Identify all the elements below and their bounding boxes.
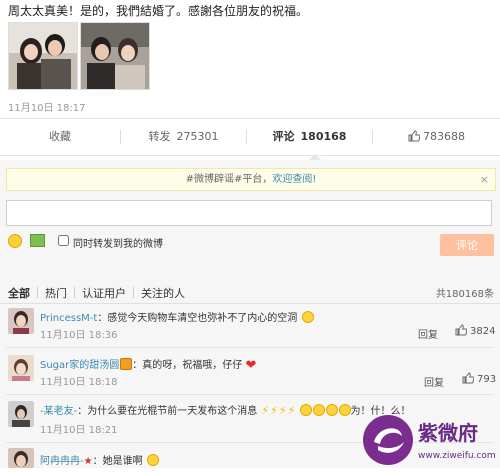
comment-author[interactable]: 阿冉冉冉- xyxy=(40,456,84,467)
crying-face-icon xyxy=(338,404,351,416)
comment-line: PrincessM-t：感觉今天购物车清空也弥补不了内心的空洞 xyxy=(40,309,314,324)
comment-time: 11月10日 18:21 xyxy=(40,425,118,436)
reply-button[interactable]: 回复 xyxy=(424,374,444,389)
thumbs-up-icon xyxy=(408,130,420,142)
comment-text: ：为什么要在光棍节前一天发布这个消息 xyxy=(77,406,258,417)
repost-checkbox[interactable] xyxy=(58,235,69,246)
filter-verified[interactable]: 认证用户 xyxy=(82,285,126,301)
comment-line: -某老友-：为什么要在光棍节前一天发布这个消息 ⚡⚡⚡⚡ 为！什！么！ xyxy=(40,402,411,417)
comment-like-button[interactable]: 3824 xyxy=(455,324,495,337)
watermark-url: www.ziweifu.com xyxy=(418,451,496,461)
watermark-brand: 紫微府 xyxy=(418,421,478,445)
watermark: 紫微府 www.ziweifu.com xyxy=(360,412,500,468)
comment-author[interactable]: -某老友- xyxy=(40,406,77,417)
comment-label: 评论 xyxy=(272,130,295,143)
heart-icon: ❤ xyxy=(245,358,257,373)
vip-badge-icon xyxy=(120,358,133,370)
action-bar: 收藏 转发 275301 评论 180168 783688 xyxy=(0,118,500,156)
crying-face-icon xyxy=(312,404,325,416)
tip-link[interactable]: 欢迎查阅! xyxy=(272,174,316,185)
thumbs-up-icon xyxy=(462,372,474,384)
submit-comment-button[interactable]: 评论 xyxy=(440,234,494,256)
image-icon[interactable] xyxy=(30,234,45,247)
comment-text: ：她是谁啊 xyxy=(92,456,143,467)
comment-time: 11月10日 18:18 xyxy=(40,377,118,388)
post-text: 周太太真美！是的，我們結婚了。感謝各位朋友的祝福。 xyxy=(8,4,309,18)
comment-time: 11月10日 18:36 xyxy=(40,330,118,341)
favorite-button[interactable]: 收藏 xyxy=(0,119,120,155)
lightning-icon: ⚡ xyxy=(261,404,270,417)
comment-tab[interactable]: 评论 180168 xyxy=(247,119,372,155)
tip-bar: #微博辟谣#平台，欢迎查阅! × xyxy=(6,168,496,191)
total-comment-count: 共180168条 xyxy=(435,289,494,300)
tip-text: #微博辟谣#平台， xyxy=(185,174,273,185)
divider xyxy=(6,394,494,395)
reply-button[interactable]: 回复 xyxy=(418,326,438,341)
comment-like-button[interactable]: 793 xyxy=(462,372,496,385)
divider xyxy=(6,347,494,348)
post-photo-2[interactable] xyxy=(80,22,150,90)
filter-following[interactable]: 关注的人 xyxy=(141,285,185,301)
close-icon[interactable]: × xyxy=(480,169,489,190)
divider xyxy=(133,287,134,298)
comment-count: 180168 xyxy=(300,130,347,143)
comment-author[interactable]: Sugar家的甜汤圆 xyxy=(40,360,119,371)
comment-like-count: 793 xyxy=(477,374,497,385)
crying-face-icon xyxy=(325,404,338,416)
divider xyxy=(74,287,75,298)
avatar[interactable] xyxy=(8,401,34,427)
repost-label: 转发 xyxy=(148,130,171,143)
like-button[interactable]: 783688 xyxy=(373,119,500,155)
post-time: 11月10日 18:17 xyxy=(8,103,86,114)
lightning-icon: ⚡ xyxy=(270,404,278,417)
post-photo-1[interactable] xyxy=(8,22,78,90)
repost-button[interactable]: 转发 275301 xyxy=(121,119,246,155)
sad-face-icon xyxy=(301,311,314,323)
star-icon: ★ xyxy=(83,456,93,467)
comment-author[interactable]: PrincessM-t xyxy=(40,313,97,324)
comment-input[interactable] xyxy=(6,200,492,226)
repost-count: 275301 xyxy=(176,130,219,143)
thumbs-up-icon xyxy=(455,324,467,336)
divider xyxy=(0,303,500,304)
comment-like-count: 3824 xyxy=(470,326,496,337)
divider xyxy=(37,287,38,298)
comment-line: Sugar家的甜汤圆 ：真的呀，祝福哦，仔仔 ❤ xyxy=(40,356,256,373)
favorite-label: 收藏 xyxy=(49,130,71,143)
crying-face-icon xyxy=(299,404,312,416)
avatar[interactable] xyxy=(8,308,34,334)
comment-line: 阿冉冉冉-★：她是谁啊 xyxy=(40,452,159,467)
lightning-icon: ⚡ xyxy=(278,404,287,417)
comment-text: ：真的呀，祝福哦，仔仔 xyxy=(132,360,243,371)
lightning-icon: ⚡ xyxy=(287,404,296,417)
like-count: 783688 xyxy=(423,130,465,143)
watermark-logo: 紫微府 www.ziweifu.com xyxy=(363,415,496,465)
shy-face-icon xyxy=(146,454,159,466)
filter-hot[interactable]: 热门 xyxy=(45,285,67,301)
repost-checkbox-label[interactable]: 同时转发到我的微博 xyxy=(73,235,163,250)
comment-text: ：感觉今天购物车清空也弥补不了内心的空洞 xyxy=(97,313,298,324)
emoji-icon[interactable] xyxy=(8,234,22,248)
filter-all[interactable]: 全部 xyxy=(8,285,30,301)
avatar[interactable] xyxy=(8,355,34,381)
avatar[interactable] xyxy=(8,448,34,468)
